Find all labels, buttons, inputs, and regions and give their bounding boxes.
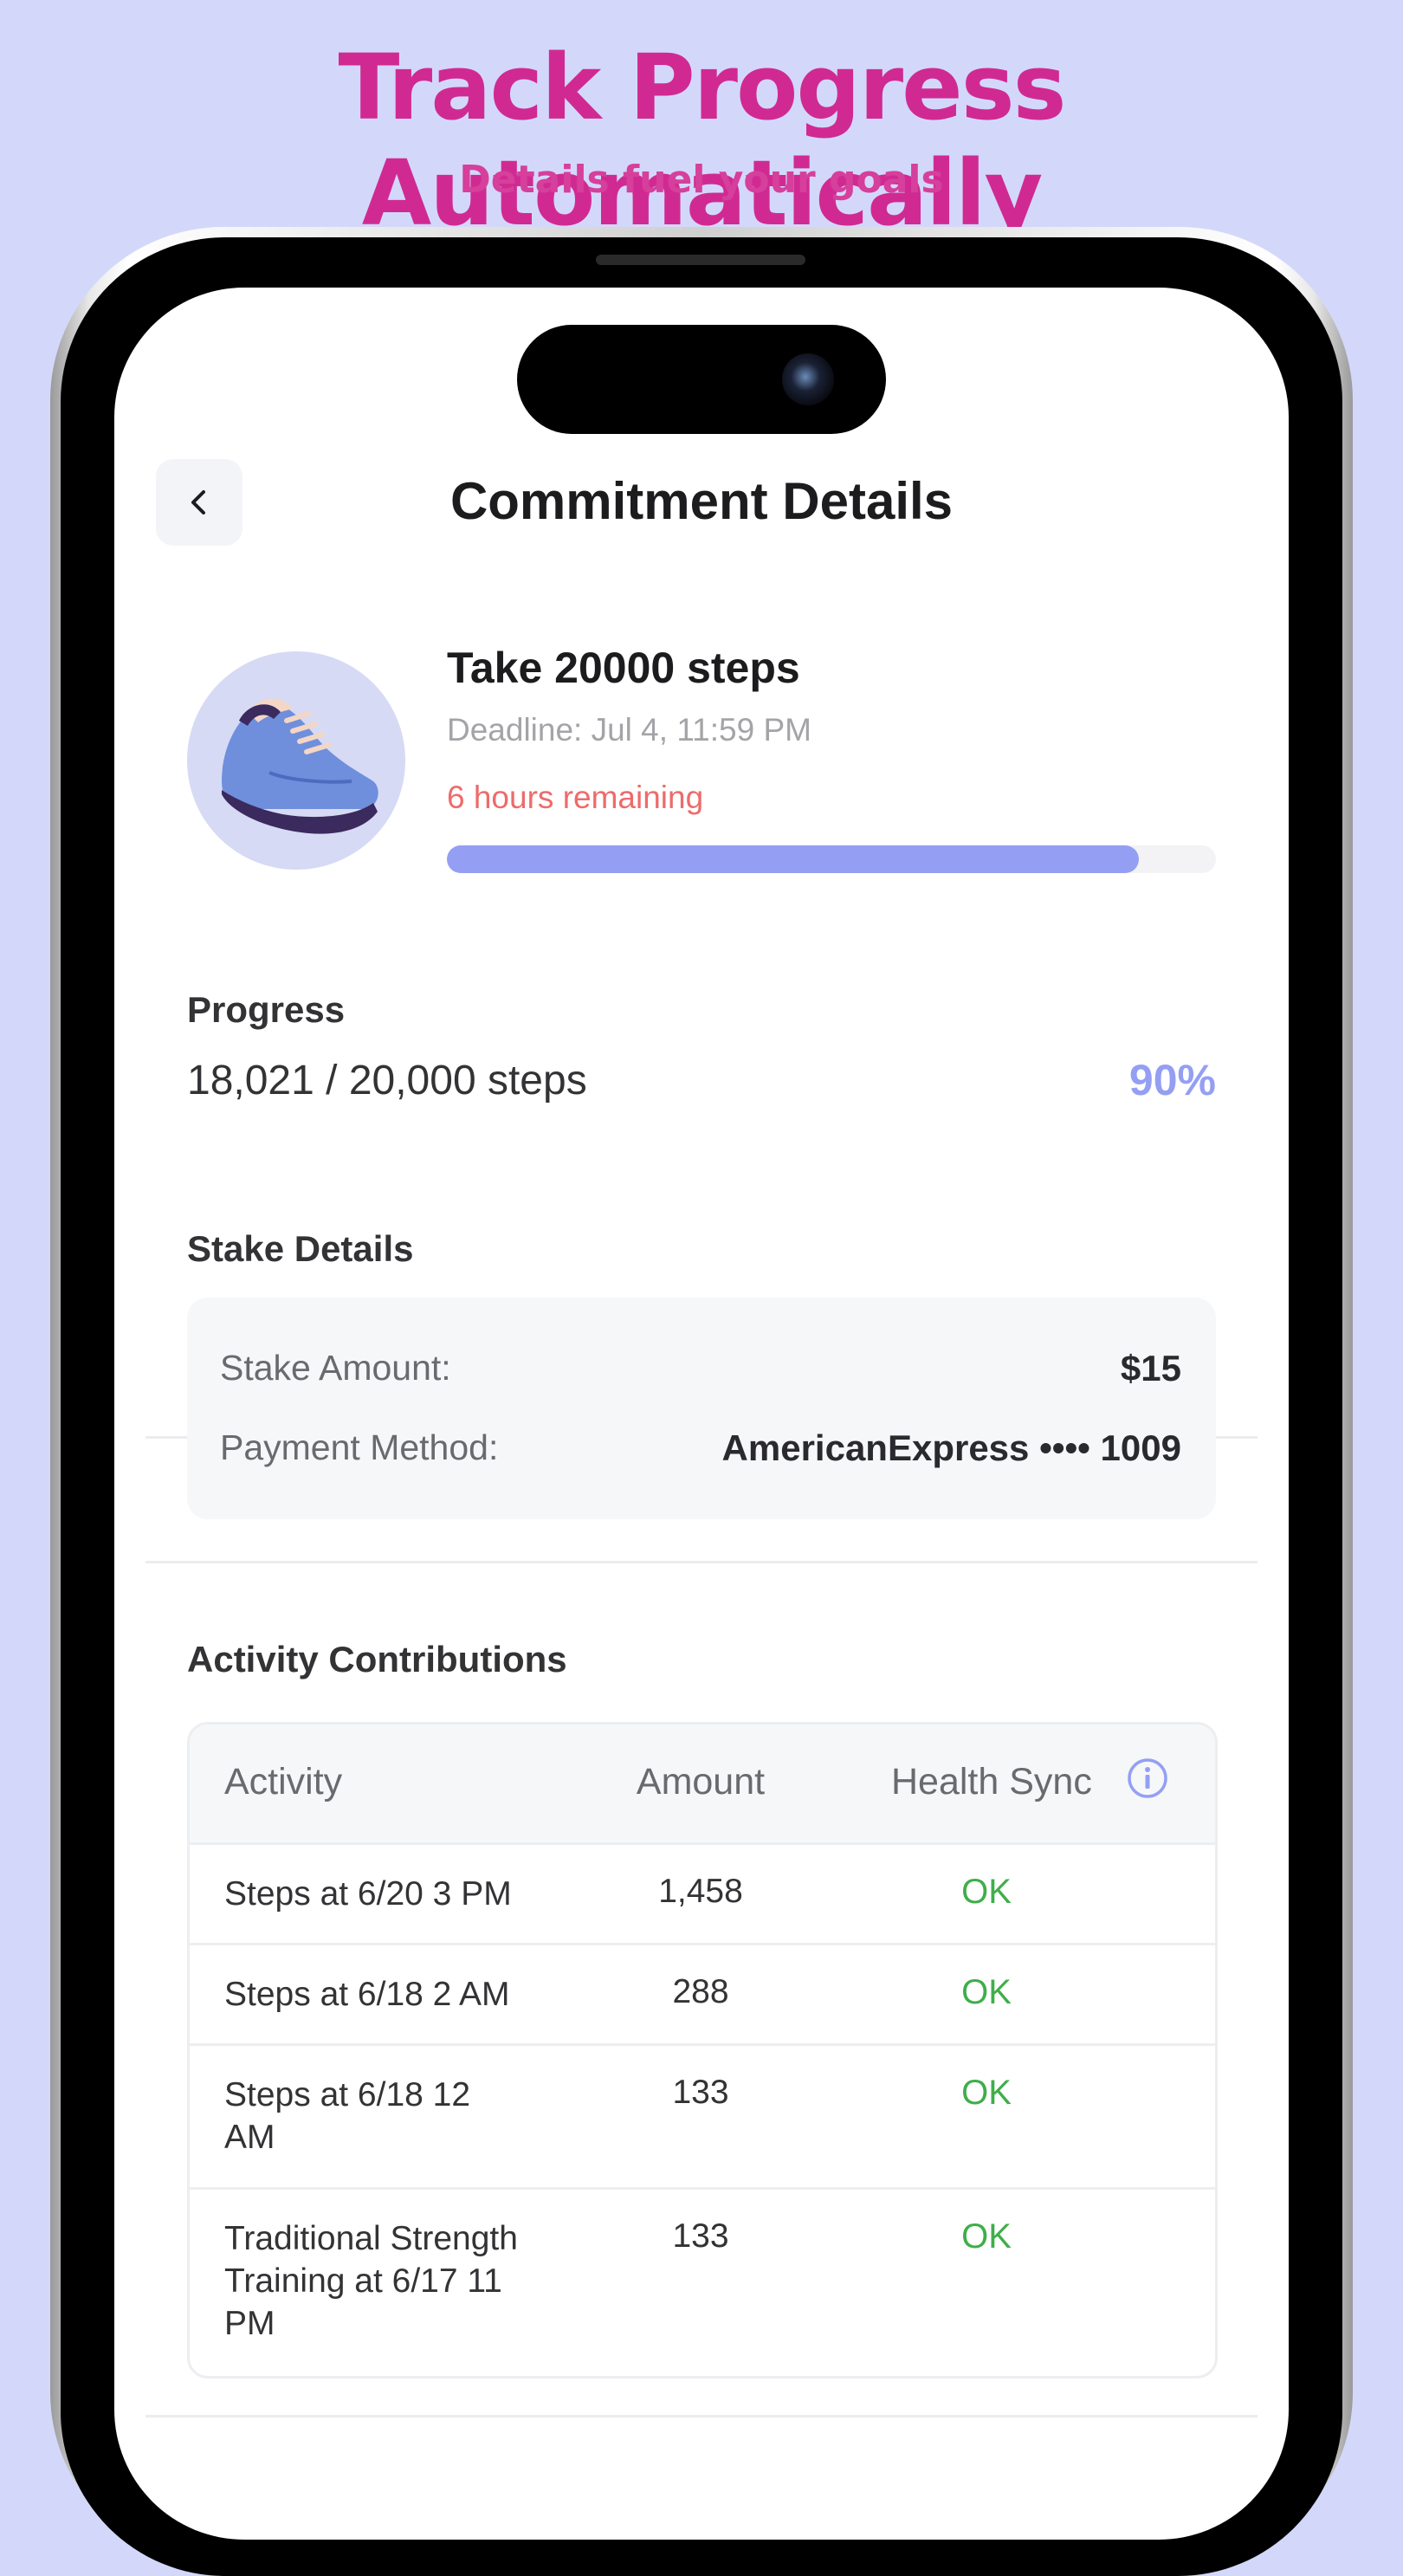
table-header: Activity Amount Health Sync [190,1725,1215,1845]
phone-speaker [596,255,805,265]
progress-bar-fill [447,845,1140,873]
sync-status-cell: OK [961,1973,1012,2011]
app-screen: Commitment Details Take 20000 steps Dead… [114,288,1289,2540]
progress-steps: 18,021 / 20,000 steps [187,1058,587,1104]
dynamic-island [517,325,886,434]
stake-details-card: Stake Amount: $15 Payment Method: Americ… [187,1298,1216,1519]
commitment-title: Take 20000 steps [447,644,800,692]
info-icon[interactable] [1127,1757,1168,1799]
progress-label: Progress [187,989,346,1030]
divider [145,2415,1258,2417]
promo-headline: Track Progress Automatically [338,35,1066,246]
activity-table: Activity Amount Health Sync Steps at 6/2… [187,1722,1218,2379]
stake-details-label: Stake Details [187,1228,414,1269]
progress-percent: 90% [1128,1056,1216,1104]
progress-bar [447,845,1216,873]
activity-cell: Steps at 6/18 2 AM [224,1976,510,2013]
sneaker-icon [187,651,405,870]
activity-cell: Steps at 6/20 3 PM [224,1875,512,1913]
activity-cell: Traditional Strength Training at 6/17 11… [224,2220,518,2342]
amount-cell: 133 [672,2074,729,2111]
table-row: Steps at 6/18 2 AM 288 OK [190,1945,1215,2046]
column-header-health-sync: Health Sync [891,1761,1092,1803]
column-header-amount: Amount [636,1761,766,1803]
table-row: Steps at 6/20 3 PM 1,458 OK [190,1845,1215,1945]
activity-cell: Steps at 6/18 12 AM [224,2076,471,2156]
time-remaining: 6 hours remaining [447,780,704,815]
payment-method-label: Payment Method: [220,1427,499,1467]
stake-amount-value: $15 [1120,1348,1181,1388]
stake-amount-label: Stake Amount: [220,1348,451,1388]
table-row: Traditional Strength Training at 6/17 11… [190,2190,1215,2376]
column-header-activity: Activity [224,1761,343,1803]
front-camera [782,353,834,405]
sync-status-cell: OK [961,2217,1012,2256]
promo-subheadline: Details fuel your goals [459,158,944,202]
amount-cell: 1,458 [658,1873,743,1910]
table-row: Steps at 6/18 12 AM 133 OK [190,2046,1215,2190]
sync-status-cell: OK [961,2074,1012,2112]
divider [145,1561,1258,1563]
page-title: Commitment Details [449,472,954,530]
activity-contributions-label: Activity Contributions [187,1639,567,1680]
payment-method-value: AmericanExpress •••• 1009 [721,1427,1181,1468]
amount-cell: 133 [672,2217,729,2255]
amount-cell: 288 [672,1973,729,2010]
deadline-text: Deadline: Jul 4, 11:59 PM [447,712,811,748]
sync-status-cell: OK [961,1873,1012,1911]
